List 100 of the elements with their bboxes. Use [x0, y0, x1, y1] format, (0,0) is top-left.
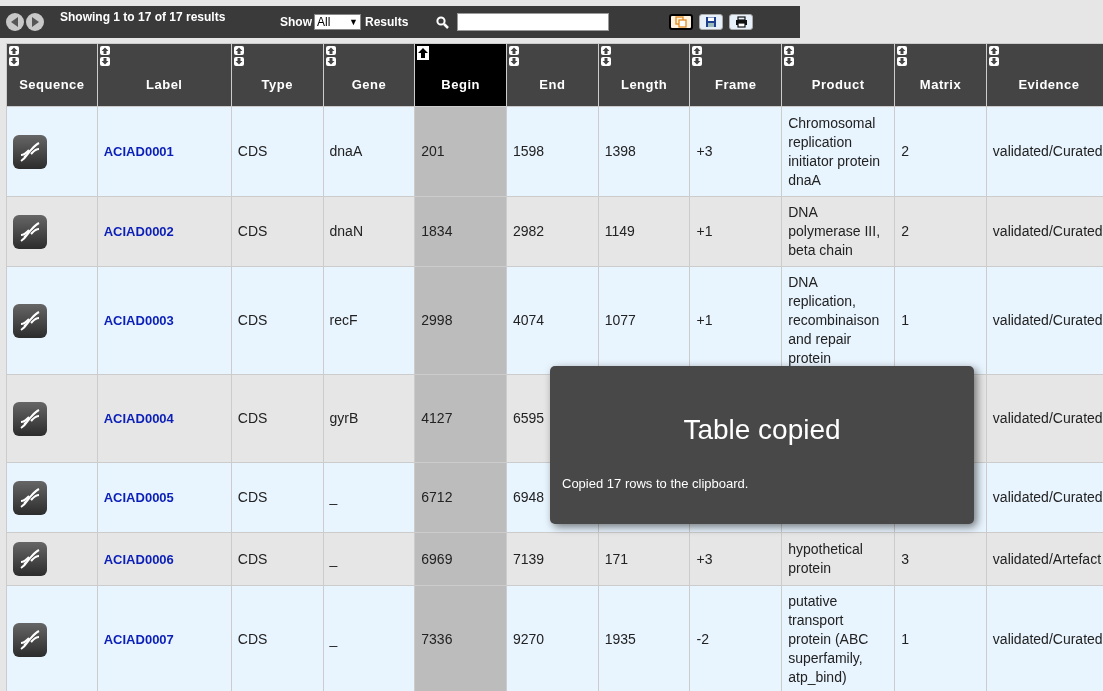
table-cell: Chromosomal replication initiator protein dnaA	[788, 114, 881, 188]
dna-sequence-button[interactable]	[13, 214, 47, 249]
column-header[interactable]: End	[506, 43, 599, 107]
table-cell: DNA replication, recombinaison and repair protein	[788, 274, 880, 366]
table-cell: gyrB	[329, 410, 359, 426]
sort-arrows-icon	[233, 46, 244, 66]
table-cell: 1398	[604, 143, 636, 159]
sort-arrows-icon	[325, 46, 336, 66]
left-triangle-icon	[11, 17, 19, 27]
label-link[interactable]: ACIAD0006	[103, 551, 174, 567]
table-cell: +3	[696, 143, 713, 159]
table-cell: CDS	[237, 312, 268, 328]
table-cell: CDS	[237, 631, 268, 647]
copy-button[interactable]	[669, 14, 694, 30]
table-cell: +1	[696, 312, 713, 328]
table-cell: validated/Curated	[992, 312, 1103, 328]
table-cell: _	[329, 489, 338, 505]
page-size-select[interactable]: All ▼	[314, 14, 361, 30]
table-cell: 171	[604, 550, 629, 567]
label-link[interactable]: ACIAD0001	[103, 144, 174, 159]
table-cell: CDS	[237, 143, 268, 159]
table-cell: 1149	[604, 223, 635, 239]
sort-arrows-icon	[9, 46, 19, 66]
dna-sequence-button[interactable]	[13, 542, 47, 576]
column-header[interactable]: Length	[598, 43, 690, 107]
label-link[interactable]: ACIAD0004	[103, 411, 174, 426]
column-header[interactable]: Gene	[323, 43, 415, 107]
sort-arrows-icon	[988, 46, 999, 66]
column-header[interactable]: Evidence	[986, 43, 1103, 107]
table-cell: 6712	[421, 489, 453, 505]
column-header[interactable]: Sequence	[6, 43, 98, 107]
table-cell: +1	[696, 223, 713, 239]
table-cell: 1	[901, 631, 909, 647]
table-cell: 2998	[421, 312, 453, 328]
table-cell: 2982	[513, 223, 545, 239]
table-cell: validated/Curated	[992, 143, 1103, 159]
notification-message: Copied 17 rows to the clipboard.	[562, 476, 749, 491]
notification-title: Table copied	[682, 414, 842, 446]
print-button[interactable]	[729, 14, 754, 30]
dna-sequence-button[interactable]	[13, 401, 47, 436]
next-page-button[interactable]	[26, 13, 44, 31]
column-header[interactable]: Matrix	[894, 43, 987, 107]
sort-arrows-icon	[897, 46, 908, 66]
results-summary: Showing 1 to 17 of 17 results	[60, 10, 227, 24]
table-cell: 2	[901, 223, 909, 239]
table-cell: dnaA	[329, 143, 363, 159]
sort-arrows-icon	[692, 46, 703, 66]
printer-icon	[734, 16, 748, 28]
table-cell: validated/Curated	[992, 631, 1103, 647]
table-cell: CDS	[237, 410, 268, 426]
table-cell: 4074	[513, 312, 545, 328]
right-triangle-icon	[31, 17, 39, 27]
show-label: Show	[280, 15, 312, 29]
results-label: Results	[365, 15, 409, 29]
dna-sequence-button[interactable]	[13, 480, 47, 515]
table-cell: putative transport protein (ABC superfamily, atp_bind)	[788, 593, 869, 685]
table-cell: _	[329, 631, 338, 647]
label-link[interactable]: ACIAD0002	[103, 224, 174, 239]
save-button[interactable]	[699, 14, 724, 30]
table-cell: 201	[421, 143, 445, 159]
table-cell: 7336	[421, 631, 453, 647]
sort-arrows-icon	[509, 46, 519, 66]
dna-sequence-button[interactable]	[13, 134, 47, 169]
label-link[interactable]: ACIAD0003	[103, 313, 174, 328]
table-cell: 1	[901, 312, 909, 328]
table-cell: CDS	[237, 223, 268, 239]
column-header[interactable]: Type	[231, 43, 324, 107]
column-header[interactable]: Product	[781, 43, 895, 107]
previous-page-button[interactable]	[6, 13, 24, 31]
table-cell: validated/Curated	[992, 410, 1103, 426]
column-header[interactable]: Begin	[414, 43, 507, 107]
table-cell: 9270	[513, 631, 545, 647]
dna-sequence-button[interactable]	[13, 303, 47, 338]
table-cell: 1598	[513, 143, 545, 159]
search-field[interactable]	[457, 13, 610, 31]
table-cell: hypothetical protein	[788, 541, 863, 576]
sort-arrows-icon	[600, 46, 611, 66]
table-cell: 4127	[421, 410, 453, 426]
table-cell: 1834	[421, 223, 453, 239]
dna-sequence-button[interactable]	[13, 622, 47, 657]
table-cell: _	[329, 550, 338, 567]
label-link[interactable]: ACIAD0007	[103, 632, 174, 647]
table-cell: dnaN	[329, 223, 363, 239]
table-cell: 2	[901, 143, 909, 159]
search-icon	[436, 15, 450, 29]
table-cell: validated/Curated	[992, 489, 1103, 505]
table-cell: 6948	[513, 489, 545, 505]
table-cell: validated/Artefact	[992, 550, 1102, 567]
column-header[interactable]: Frame	[690, 43, 782, 107]
sort-arrows-icon	[99, 46, 110, 66]
caret-icon: ▼	[349, 17, 358, 27]
column-header[interactable]: Label	[97, 43, 232, 107]
table-cell: validated/Curated	[992, 223, 1103, 239]
sort-arrows-icon	[784, 46, 795, 66]
table-cell: 1935	[604, 631, 636, 647]
copy-icon	[675, 16, 688, 28]
table-cell: CDS	[237, 550, 268, 567]
table-cell: 7139	[513, 550, 545, 567]
table-cell: DNA polymerase III, beta chain	[788, 204, 881, 258]
label-link[interactable]: ACIAD0005	[103, 490, 174, 505]
